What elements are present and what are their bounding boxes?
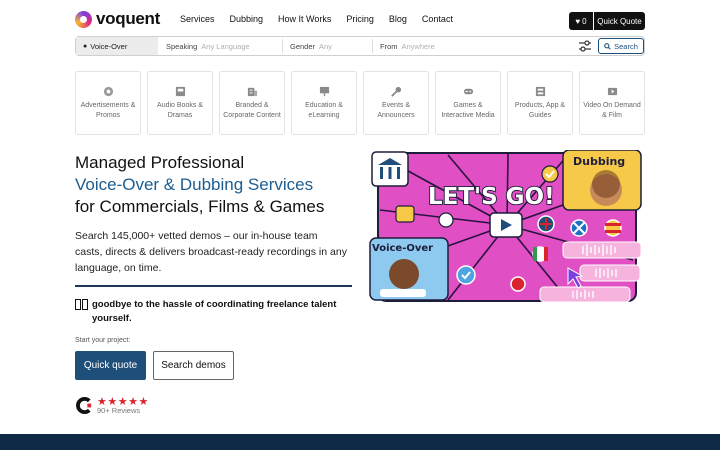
check-circle-icon bbox=[456, 265, 476, 285]
location-pin-icon bbox=[438, 212, 454, 228]
hassle-text: goodbye to the hassle of coordinating fr… bbox=[92, 299, 337, 324]
category-advertisements[interactable]: Advertisements & Promos bbox=[75, 71, 141, 135]
hero-heading-line3: for Commercials, Films & Games bbox=[75, 197, 325, 216]
voice-search-bar: ● Voice-Over Speaking Any Language Gende… bbox=[75, 36, 645, 56]
from-field[interactable]: From Anywhere bbox=[380, 37, 435, 55]
top-navigation: voquent Services Dubbing How It Works Pr… bbox=[0, 0, 720, 36]
category-audio-books[interactable]: Audio Books & Dramas bbox=[147, 71, 213, 135]
hero-heading-line1: Managed Professional bbox=[75, 153, 245, 172]
category-games[interactable]: Games & Interactive Media bbox=[435, 71, 501, 135]
gender-field[interactable]: Gender Any bbox=[290, 37, 332, 55]
divider bbox=[282, 39, 283, 53]
search-button-label: Search bbox=[614, 41, 638, 51]
video-icon bbox=[607, 87, 617, 96]
box-icon bbox=[535, 86, 545, 97]
category-label: Video On Demand & Film bbox=[583, 102, 641, 119]
gender-label: Gender bbox=[290, 41, 316, 51]
nav-quick-quote-button[interactable]: Quick Quote bbox=[594, 12, 645, 30]
category-products[interactable]: Products, App & Guides bbox=[507, 71, 573, 135]
search-demos-button[interactable]: Search demos bbox=[153, 351, 234, 380]
hero-description: Search 145,000+ vetted demos – our in-ho… bbox=[75, 230, 347, 274]
filter-sliders-icon[interactable] bbox=[578, 40, 592, 52]
hero-heading-line2: Voice-Over & Dubbing Services bbox=[75, 175, 314, 194]
category-label: Advertisements & Promos bbox=[80, 102, 136, 119]
presentation-icon bbox=[319, 86, 329, 97]
review-platform-logo-icon[interactable] bbox=[75, 396, 94, 415]
favorites-count: 0 bbox=[582, 16, 587, 26]
category-label: Games & Interactive Media bbox=[441, 102, 495, 119]
category-label: Products, App & Guides bbox=[514, 102, 566, 119]
hero-heading: Managed Professional Voice-Over & Dubbin… bbox=[75, 152, 324, 218]
from-placeholder: Anywhere bbox=[401, 41, 435, 51]
nav-link-contact[interactable]: Contact bbox=[422, 14, 453, 24]
start-project-label: Start your project: bbox=[75, 337, 131, 344]
microphone-icon: ● bbox=[83, 42, 88, 50]
reviews-count[interactable]: 90+ Reviews bbox=[97, 406, 140, 415]
voice-type-value: Voice-Over bbox=[90, 41, 128, 51]
favorites-button[interactable]: ♥ 0 bbox=[569, 12, 593, 30]
dubbing-tag: Dubbing bbox=[573, 155, 625, 168]
nav-link-dubbing[interactable]: Dubbing bbox=[230, 14, 264, 24]
building-icon bbox=[247, 87, 257, 97]
category-events[interactable]: Events & Announcers bbox=[363, 71, 429, 135]
megaphone-icon bbox=[103, 86, 113, 97]
check-badge-icon bbox=[541, 165, 559, 183]
heart-icon: ♥ bbox=[575, 16, 581, 26]
divider bbox=[372, 39, 373, 53]
illustration-headline: LET'S GO! bbox=[428, 184, 555, 210]
category-label: Education & eLearning bbox=[305, 102, 343, 119]
chat-bubble-icon bbox=[395, 205, 415, 223]
voquent-logo-icon bbox=[75, 10, 92, 28]
category-label: Branded & Corporate Content bbox=[223, 102, 281, 119]
nav-links: Services Dubbing How It Works Pricing Bl… bbox=[180, 14, 468, 24]
hero-illustration: LET'S GO! Dubbing Voice-Over bbox=[369, 150, 642, 303]
nav-link-blog[interactable]: Blog bbox=[389, 14, 407, 24]
hassle-note: goodbye to the hassle of coordinating fr… bbox=[75, 298, 345, 326]
hero-divider bbox=[75, 285, 352, 287]
category-list: Advertisements & Promos Audio Books & Dr… bbox=[75, 71, 645, 135]
spain-flag-icon bbox=[604, 219, 622, 237]
audio-wave-card bbox=[579, 264, 641, 282]
category-label: Events & Announcers bbox=[377, 102, 415, 119]
book-icon bbox=[175, 86, 185, 97]
nav-link-services[interactable]: Services bbox=[180, 14, 215, 24]
nav-link-pricing[interactable]: Pricing bbox=[346, 14, 374, 24]
brand-logo[interactable]: voquent bbox=[75, 9, 160, 29]
gender-placeholder: Any bbox=[319, 41, 332, 51]
voiceover-person-avatar bbox=[389, 259, 419, 289]
search-button[interactable]: Search bbox=[598, 38, 644, 54]
nav-link-how-it-works[interactable]: How It Works bbox=[278, 14, 331, 24]
singapore-flag-icon bbox=[510, 276, 526, 292]
speaking-placeholder: Any Language bbox=[201, 41, 250, 51]
from-label: From bbox=[380, 41, 398, 51]
footer-band bbox=[0, 434, 720, 450]
category-education[interactable]: Education & eLearning bbox=[291, 71, 357, 135]
category-video-on-demand[interactable]: Video On Demand & Film bbox=[579, 71, 645, 135]
speaking-field[interactable]: Speaking Any Language bbox=[166, 37, 250, 55]
hands-emoji-icon bbox=[75, 299, 88, 310]
category-branded-corporate[interactable]: Branded & Corporate Content bbox=[219, 71, 285, 135]
category-label: Audio Books & Dramas bbox=[157, 102, 203, 119]
brand-name: voquent bbox=[96, 9, 161, 28]
microphone-icon bbox=[390, 86, 401, 97]
search-icon bbox=[604, 42, 611, 50]
quick-quote-button[interactable]: Quick quote bbox=[75, 351, 146, 380]
voiceover-tag: Voice-Over bbox=[372, 243, 433, 254]
audio-wave-card bbox=[562, 241, 642, 259]
speaking-label: Speaking bbox=[166, 41, 198, 51]
voice-type-select[interactable]: ● Voice-Over bbox=[76, 37, 158, 55]
gamepad-icon bbox=[463, 88, 473, 95]
